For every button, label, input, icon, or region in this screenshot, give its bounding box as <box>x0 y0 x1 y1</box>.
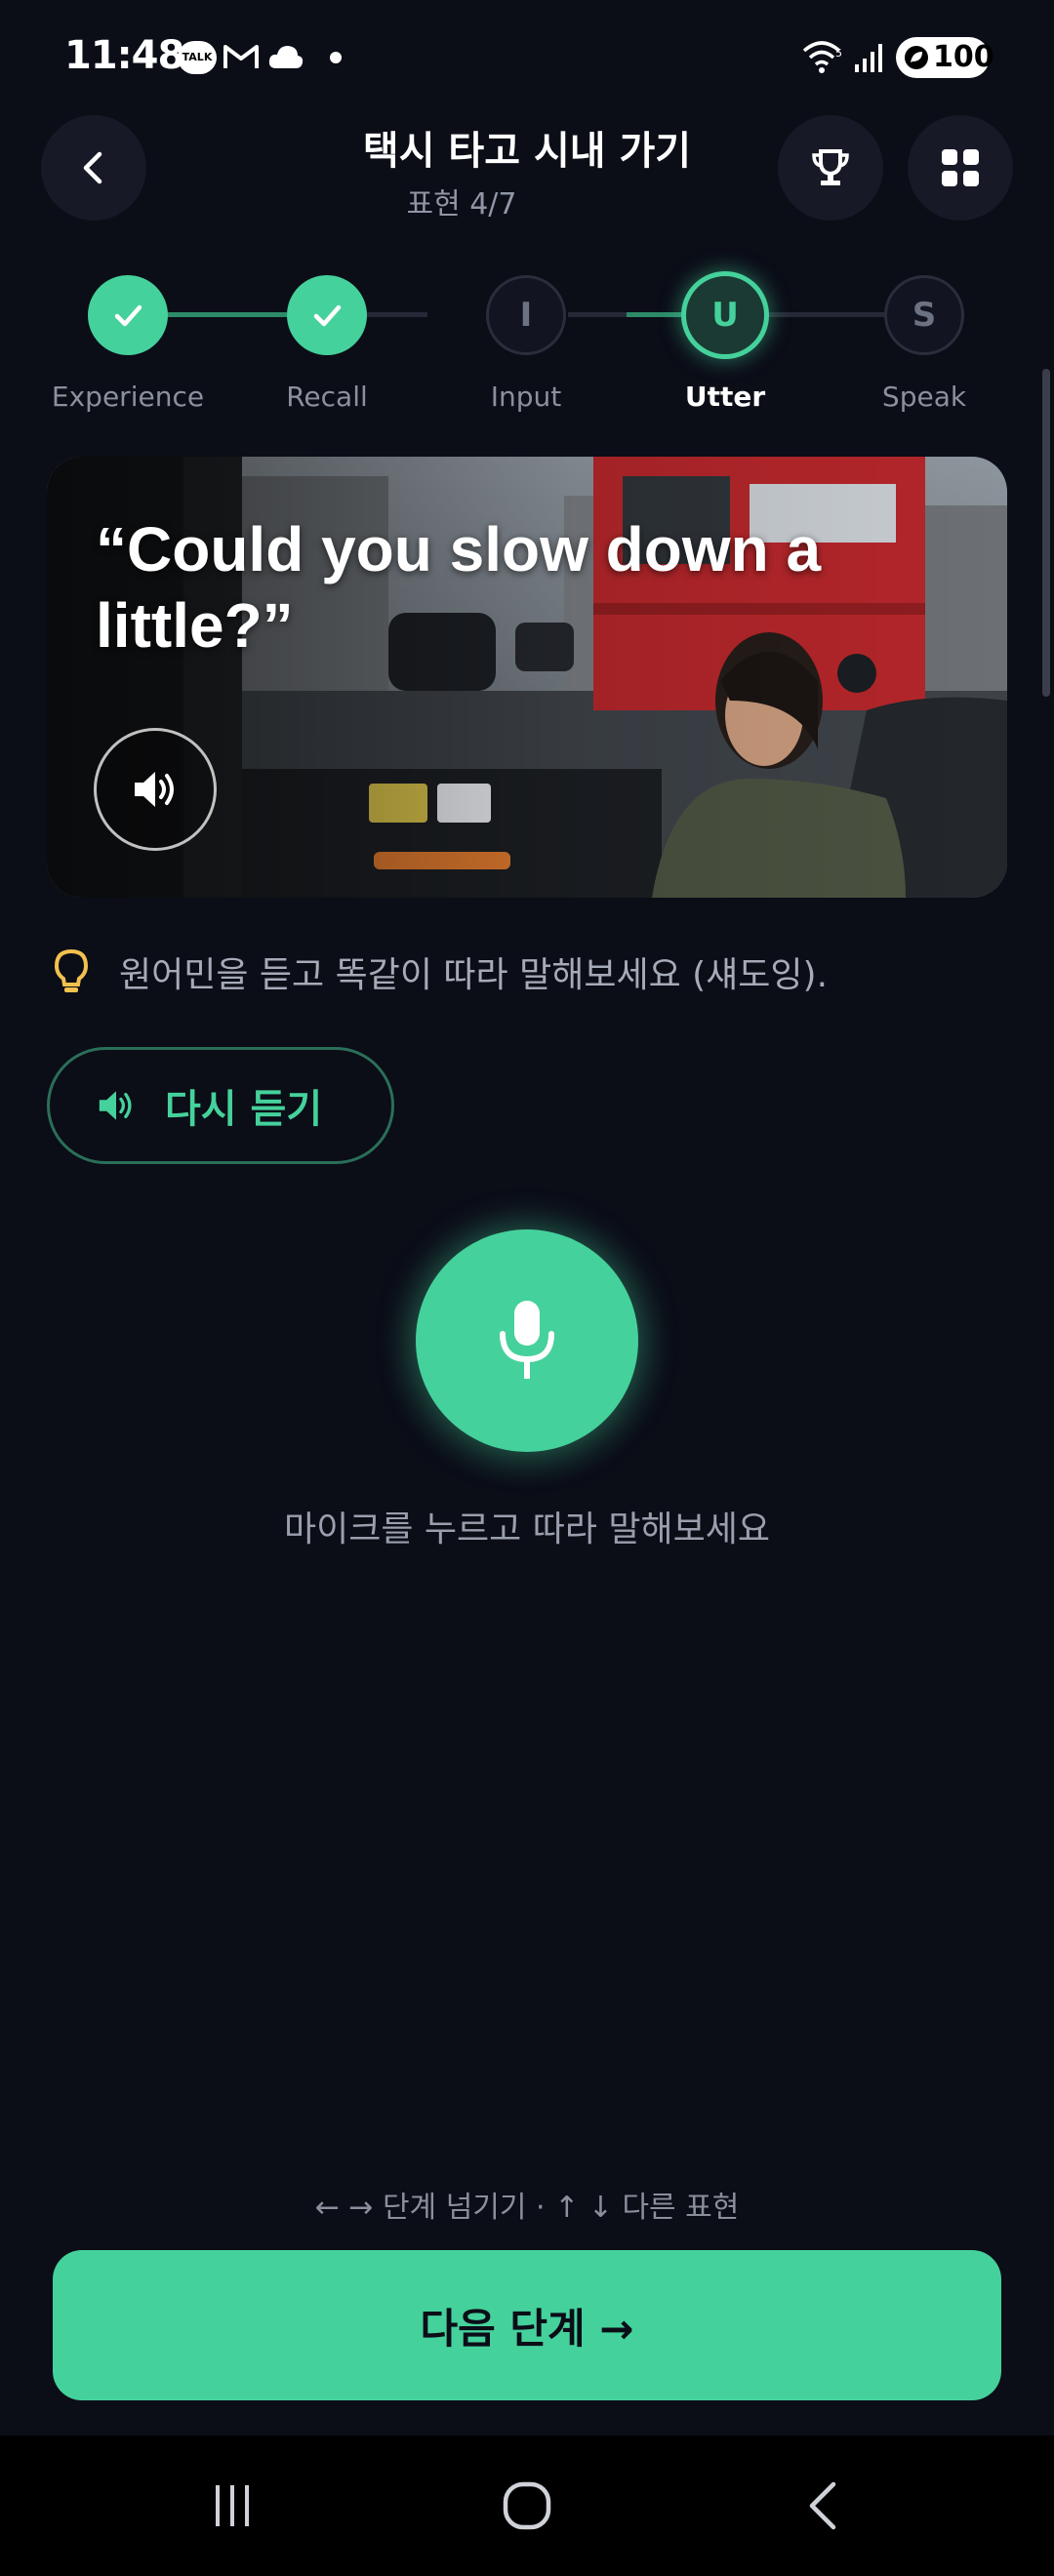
check-icon <box>114 304 142 327</box>
scene-card: “Could you slow down a little?” <box>47 457 1007 898</box>
status-time: 11:48 <box>64 33 184 78</box>
step-utter[interactable]: U <box>681 271 769 359</box>
learning-stepper: I U S Experience Recall Input Utter Spea… <box>0 263 1054 420</box>
step-label-recall: Recall <box>286 381 368 413</box>
step-label-speak: Speak <box>881 381 967 413</box>
next-step-button[interactable]: 다음 단계 → <box>53 2250 1001 2400</box>
scrollbar[interactable] <box>1042 369 1050 697</box>
home-button[interactable] <box>488 2475 566 2537</box>
speaker-icon <box>135 772 174 807</box>
step-label-utter: Utter <box>684 381 766 413</box>
chevron-left-icon <box>809 2481 836 2530</box>
mic-instruction: 마이크를 누르고 따라 말해보세요 <box>283 1509 770 1550</box>
wifi-icon: 5 <box>802 41 842 73</box>
step-speak[interactable]: S <box>884 275 964 355</box>
system-back-button[interactable] <box>785 2475 863 2537</box>
tip-text: 원어민을 듣고 똑같이 따라 말해보세요 (섀도잉). <box>119 955 829 995</box>
keyboard-hint: ← → 단계 넘기기 · ↑ ↓ 다른 표현 <box>314 2191 740 2225</box>
step-input[interactable]: I <box>486 275 566 355</box>
trophy-button[interactable] <box>778 115 883 221</box>
replay-label: 다시 듣기 <box>165 1087 323 1132</box>
step-connector <box>627 312 685 317</box>
microphone-icon <box>500 1301 554 1379</box>
replay-button[interactable]: 다시 듣기 <box>47 1047 394 1164</box>
speaker-icon <box>99 1091 132 1120</box>
recent-apps-button[interactable] <box>193 2475 271 2537</box>
signal-icon <box>855 44 882 72</box>
check-icon <box>313 304 342 327</box>
notification-dot-icon <box>330 52 342 63</box>
microphone-button[interactable] <box>416 1229 638 1452</box>
leaf-icon <box>905 46 928 69</box>
page-title: 택시 타고 시내 가기 <box>362 129 692 174</box>
status-bar: 11:48 TALK 5 100 <box>0 0 1054 115</box>
cloud-icon <box>268 46 304 68</box>
play-audio-button[interactable] <box>94 728 217 851</box>
grid-icon <box>942 149 979 186</box>
battery-level: 100 <box>933 40 994 74</box>
gmail-icon <box>223 45 259 68</box>
home-icon <box>503 2481 551 2530</box>
system-nav-bar <box>0 2435 1054 2576</box>
shadowing-tip: 원어민을 듣고 똑같이 따라 말해보세요 (섀도잉). <box>53 946 828 997</box>
trophy-icon <box>812 149 849 185</box>
battery-icon: 100 <box>896 37 994 78</box>
kakaotalk-icon: TALK <box>178 41 217 74</box>
svg-text:5: 5 <box>835 47 842 60</box>
step-connector <box>568 312 627 317</box>
step-experience[interactable] <box>88 275 168 355</box>
step-label-input: Input <box>490 381 562 413</box>
lightbulb-icon <box>54 948 89 992</box>
recent-apps-icon <box>216 2485 249 2526</box>
step-connector <box>767 312 884 317</box>
step-label-experience: Experience <box>51 381 205 413</box>
menu-grid-button[interactable] <box>908 115 1013 221</box>
expression-quote: “Could you slow down a little?” <box>96 514 822 661</box>
step-recall[interactable] <box>287 275 367 355</box>
